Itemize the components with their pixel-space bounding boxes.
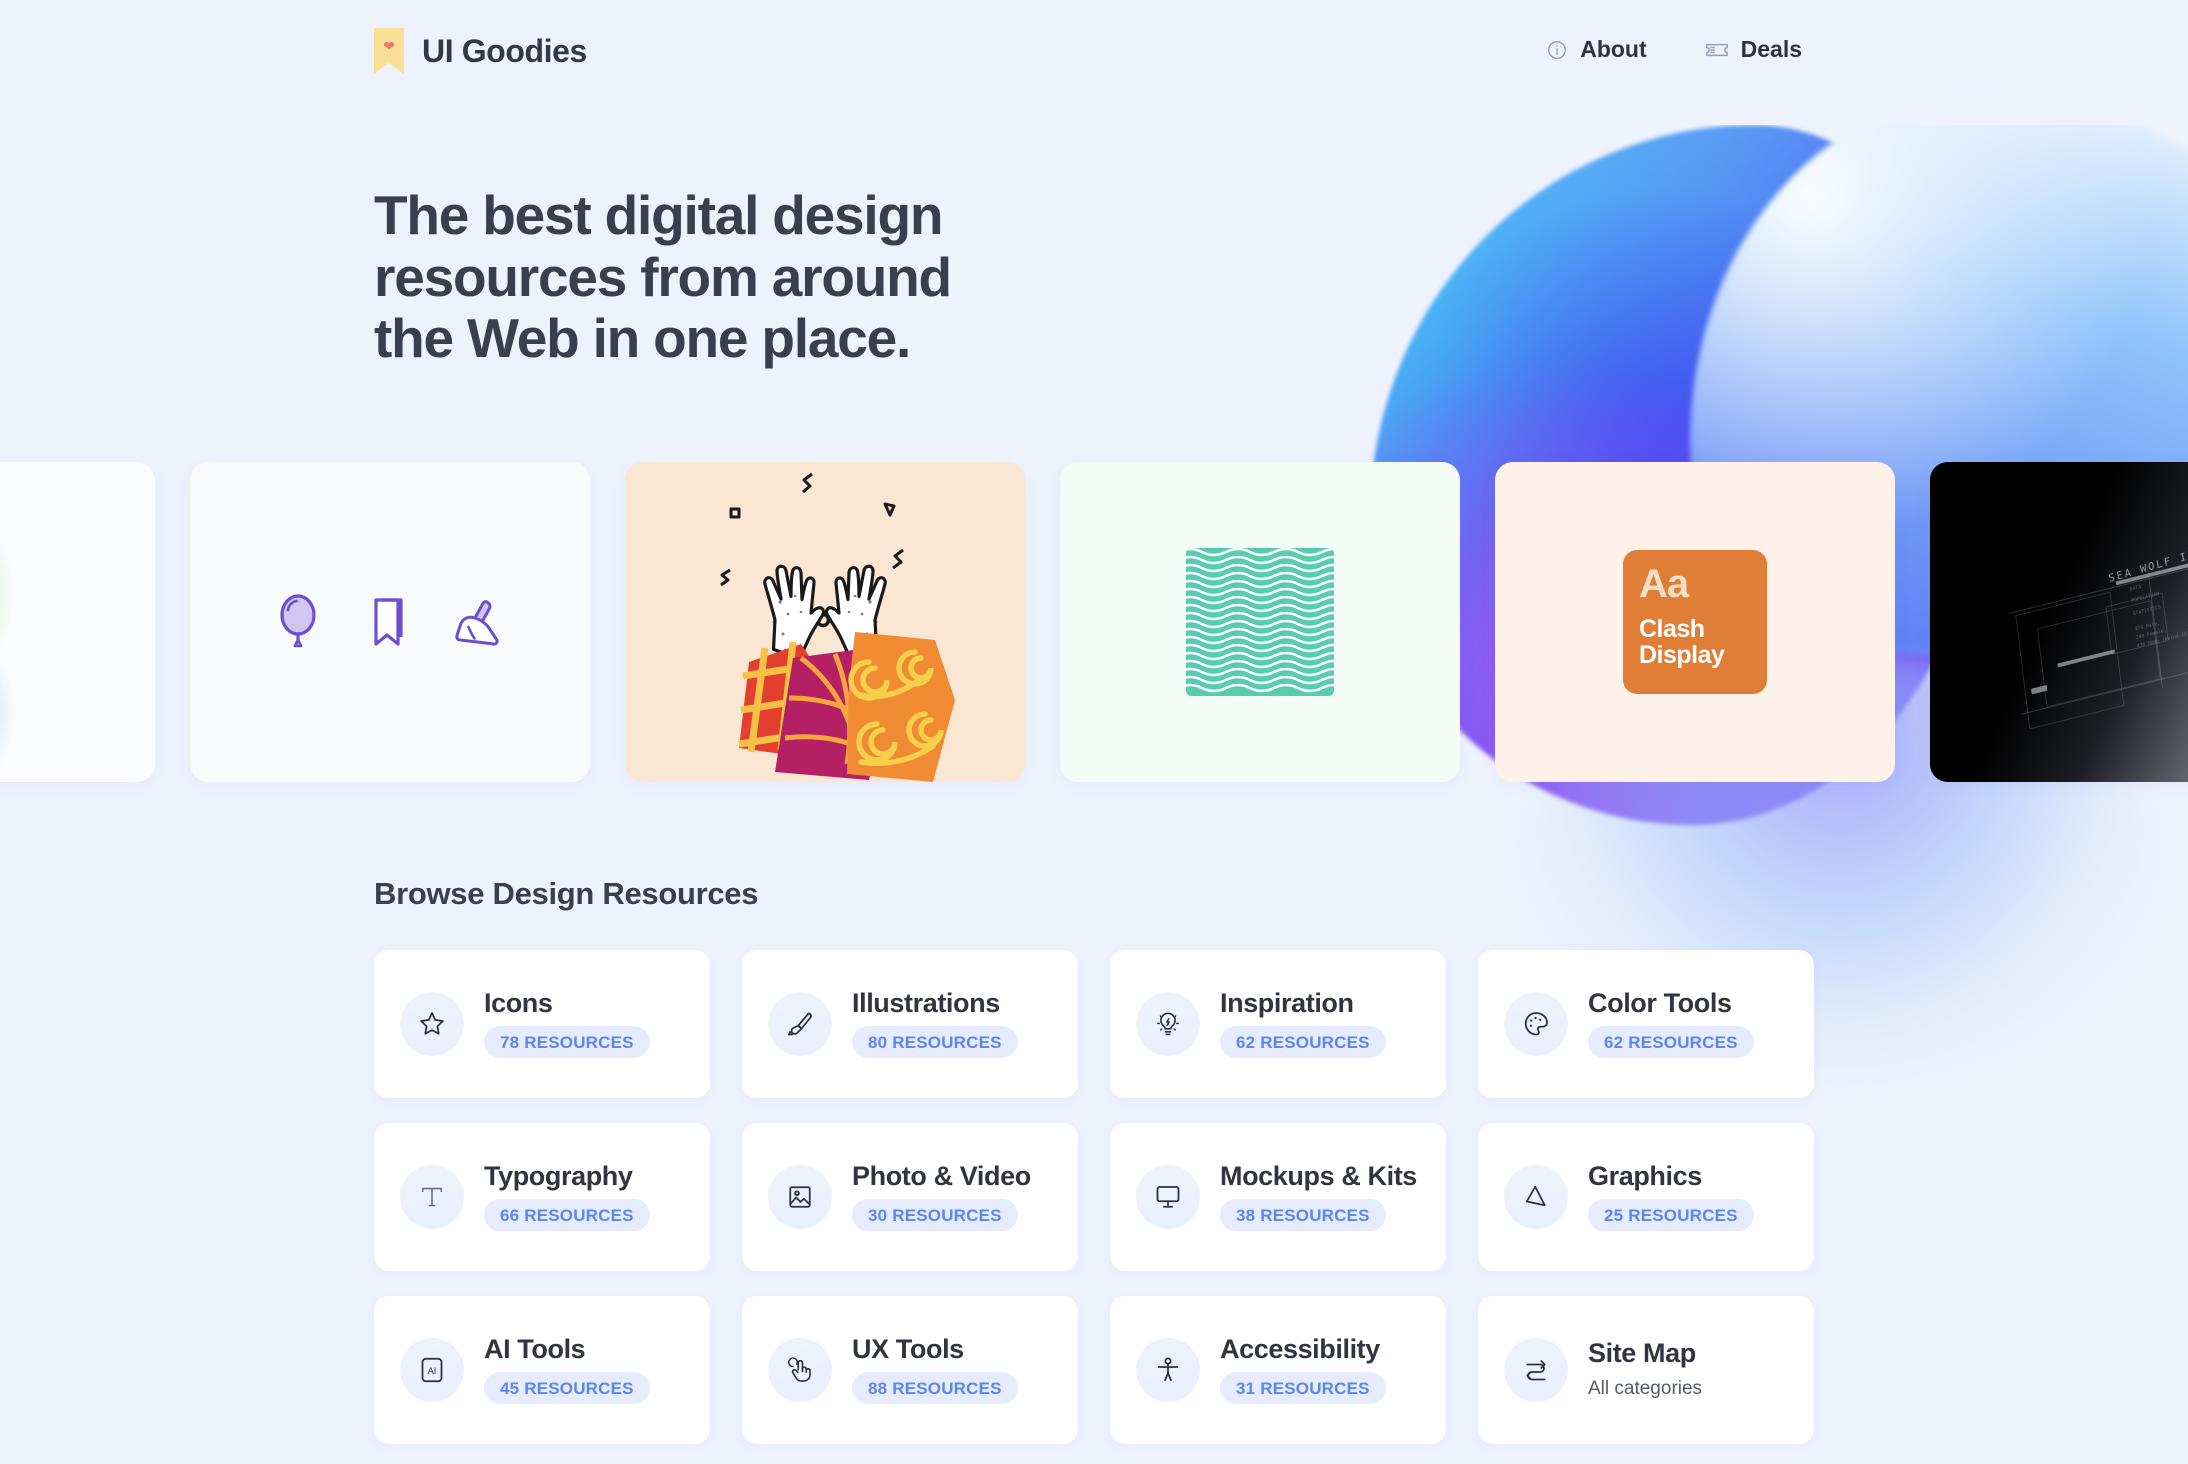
ticket-icon	[1705, 40, 1729, 60]
main-nav: About Deals	[1546, 36, 1802, 63]
typeface-name-line1: Clash	[1639, 615, 1705, 643]
category-badge: 45 RESOURCES	[484, 1372, 650, 1404]
bookmark-heart-icon: ❤	[374, 28, 404, 74]
nav-item-about[interactable]: About	[1546, 36, 1647, 63]
category-badge: 38 RESOURCES	[1220, 1199, 1386, 1231]
category-name: Mockups & Kits	[1220, 1161, 1417, 1191]
carousel-card-wave-pattern[interactable]	[1060, 462, 1460, 782]
nav-label-deals: Deals	[1740, 36, 1802, 62]
typeface-sample: Aa	[1639, 562, 1689, 606]
category-card-illustrations[interactable]: Illustrations 80 RESOURCES	[742, 950, 1078, 1098]
category-name: AI Tools	[484, 1334, 586, 1364]
category-name: Inspiration	[1220, 988, 1354, 1018]
category-card-mockups-kits[interactable]: Mockups & Kits 38 RESOURCES	[1110, 1123, 1446, 1271]
carousel-card-purple-icons[interactable]	[190, 462, 590, 782]
category-name: Illustrations	[852, 988, 1000, 1018]
accessibility-person-icon	[1136, 1338, 1200, 1402]
lightbulb-icon	[1136, 992, 1200, 1056]
category-name: Accessibility	[1220, 1334, 1380, 1364]
category-badge: 30 RESOURCES	[852, 1199, 1018, 1231]
category-subtitle: All categories	[1588, 1377, 1703, 1399]
category-card-ux-tools[interactable]: UX Tools 88 RESOURCES	[742, 1296, 1078, 1444]
hud-label-data: DATA	[2129, 584, 2142, 593]
category-name: Typography	[484, 1161, 633, 1191]
category-card-icons[interactable]: Icons 78 RESOURCES	[374, 950, 710, 1098]
brand-name: UI Goodies	[422, 32, 587, 69]
svg-text:AI: AI	[428, 1366, 437, 1376]
balloon-icon	[275, 594, 321, 650]
page-root: ❤ UI Goodies About Deals The best digita…	[0, 0, 2188, 1464]
category-name: Photo & Video	[852, 1161, 1031, 1191]
typeface-name-line2: Display	[1639, 641, 1725, 670]
category-card-graphics[interactable]: Graphics 25 RESOURCES	[1478, 1123, 1814, 1271]
category-badge: 62 RESOURCES	[1220, 1026, 1386, 1058]
pastel-blob-bottom	[0, 610, 5, 782]
category-name: Graphics	[1588, 1161, 1702, 1191]
monitor-icon	[1136, 1165, 1200, 1229]
site-header: ❤ UI Goodies About Deals	[0, 0, 2188, 110]
brand-logo[interactable]: ❤ UI Goodies	[374, 28, 587, 74]
tap-hand-icon	[768, 1338, 832, 1402]
category-badge: 31 RESOURCES	[1220, 1372, 1386, 1404]
dark-hud-graphic: SEA WOLF INSURGENCY DATA POPULATION STAT…	[1930, 462, 2188, 782]
wave-pattern-swatch	[1186, 548, 1334, 696]
carousel-card-dark-hud[interactable]: SEA WOLF INSURGENCY DATA POPULATION STAT…	[1930, 462, 2188, 782]
category-name: Site Map	[1588, 1337, 1696, 1368]
triangle-icon	[1504, 1165, 1568, 1229]
category-card-site-map[interactable]: Site Map All categories	[1478, 1296, 1814, 1444]
broom-icon	[451, 594, 505, 650]
category-badge: 25 RESOURCES	[1588, 1199, 1754, 1231]
carousel-card-hands-illustration[interactable]	[625, 462, 1025, 782]
star-icon	[400, 992, 464, 1056]
category-badge: 66 RESOURCES	[484, 1199, 650, 1231]
category-badge: 88 RESOURCES	[852, 1372, 1018, 1404]
hero-headline: The best digital design resources from a…	[374, 184, 952, 370]
paintbrush-icon	[768, 992, 832, 1056]
info-circle-icon	[1546, 39, 1568, 61]
nav-item-deals[interactable]: Deals	[1705, 36, 1802, 63]
ai-box-icon: AI	[400, 1338, 464, 1402]
carousel-card-pastel-gradient[interactable]	[0, 462, 155, 782]
nav-label-about: About	[1580, 36, 1647, 62]
carousel-card-typeface[interactable]: Aa Clash Display	[1495, 462, 1895, 782]
category-badge: 62 RESOURCES	[1588, 1026, 1754, 1058]
category-card-photo-video[interactable]: Photo & Video 30 RESOURCES	[742, 1123, 1078, 1271]
pastel-blob-top	[0, 490, 5, 700]
category-badge: 78 RESOURCES	[484, 1026, 650, 1058]
hero-section: The best digital design resources from a…	[374, 184, 1014, 370]
browse-section-title: Browse Design Resources	[374, 876, 759, 911]
swap-arrows-icon	[1504, 1338, 1568, 1402]
category-name: Color Tools	[1588, 988, 1732, 1018]
category-card-typography[interactable]: Typography 66 RESOURCES	[374, 1123, 710, 1271]
category-badge: 80 RESOURCES	[852, 1026, 1018, 1058]
category-card-inspiration[interactable]: Inspiration 62 RESOURCES	[1110, 950, 1446, 1098]
category-card-accessibility[interactable]: Accessibility 31 RESOURCES	[1110, 1296, 1446, 1444]
category-card-ai-tools[interactable]: AI AI Tools 45 RESOURCES	[374, 1296, 710, 1444]
category-name: Icons	[484, 988, 553, 1018]
typeface-specimen-tile: Aa Clash Display	[1623, 550, 1767, 694]
raised-hands-illustration	[625, 462, 1025, 782]
text-type-icon	[400, 1165, 464, 1229]
palette-icon	[1504, 992, 1568, 1056]
featured-carousel[interactable]: Aa Clash Display SEA WOLF INSURGENCY DAT…	[0, 462, 2188, 782]
category-grid: Icons 78 RESOURCES Illustrations 80 RESO…	[374, 950, 1814, 1444]
bookmark-icon	[363, 594, 409, 650]
category-name: UX Tools	[852, 1334, 964, 1364]
category-card-color-tools[interactable]: Color Tools 62 RESOURCES	[1478, 950, 1814, 1098]
image-icon	[768, 1165, 832, 1229]
